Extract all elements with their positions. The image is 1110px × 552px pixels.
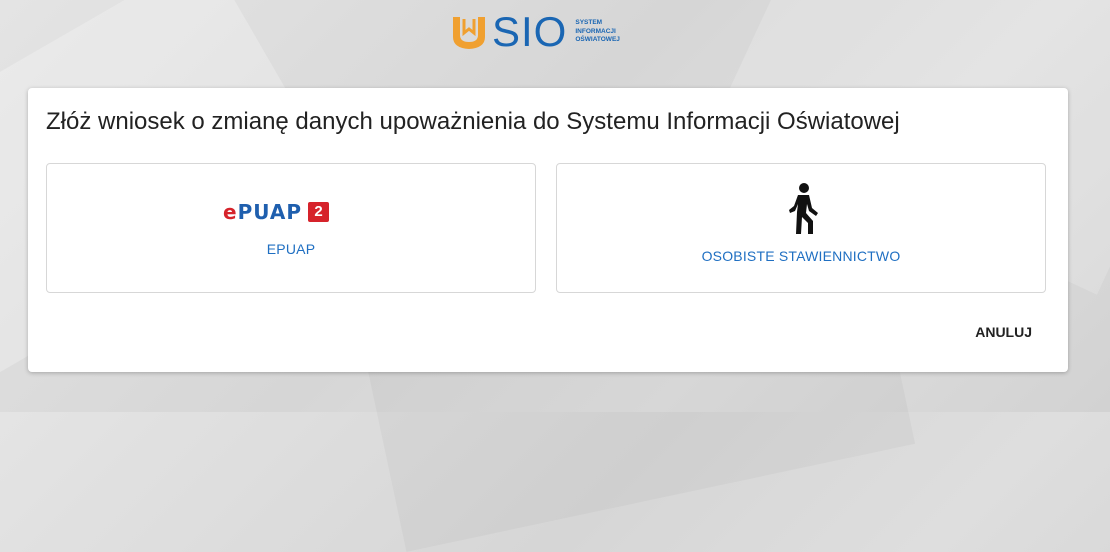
epuap-logo-badge: 2 xyxy=(308,202,329,222)
epuap-logo-icon: ePUAP 2 xyxy=(223,201,329,223)
logo-subtitle-line: OŚWIATOWEJ xyxy=(575,36,620,44)
cancel-button[interactable]: ANULUJ xyxy=(975,324,1032,340)
logo-text: SIO xyxy=(492,8,568,55)
walking-person-icon xyxy=(789,183,818,234)
epuap-option[interactable]: ePUAP 2 EPUAP xyxy=(46,163,536,293)
personal-appearance-option-label: OSOBISTE STAWIENNICTWO xyxy=(701,248,901,264)
sio-logo: SIO SYSTEM INFORMACJI OŚWIATOWEJ xyxy=(450,10,620,54)
epuap-option-label: EPUAP xyxy=(266,241,316,257)
epuap-logo-word: ePUAP xyxy=(223,200,302,224)
logo-subtitle: SYSTEM INFORMACJI OŚWIATOWEJ xyxy=(575,19,620,45)
request-dialog: Złóż wniosek o zmianę danych upoważnieni… xyxy=(28,88,1068,372)
logo-subtitle-line: INFORMACJI xyxy=(575,27,616,35)
dialog-title: Złóż wniosek o zmianę danych upoważnieni… xyxy=(46,108,900,135)
sio-mark-icon xyxy=(453,17,485,49)
header: SIO SYSTEM INFORMACJI OŚWIATOWEJ xyxy=(0,0,1110,62)
personal-appearance-option[interactable]: OSOBISTE STAWIENNICTWO xyxy=(556,163,1046,293)
logo-subtitle-line: SYSTEM xyxy=(575,19,603,27)
